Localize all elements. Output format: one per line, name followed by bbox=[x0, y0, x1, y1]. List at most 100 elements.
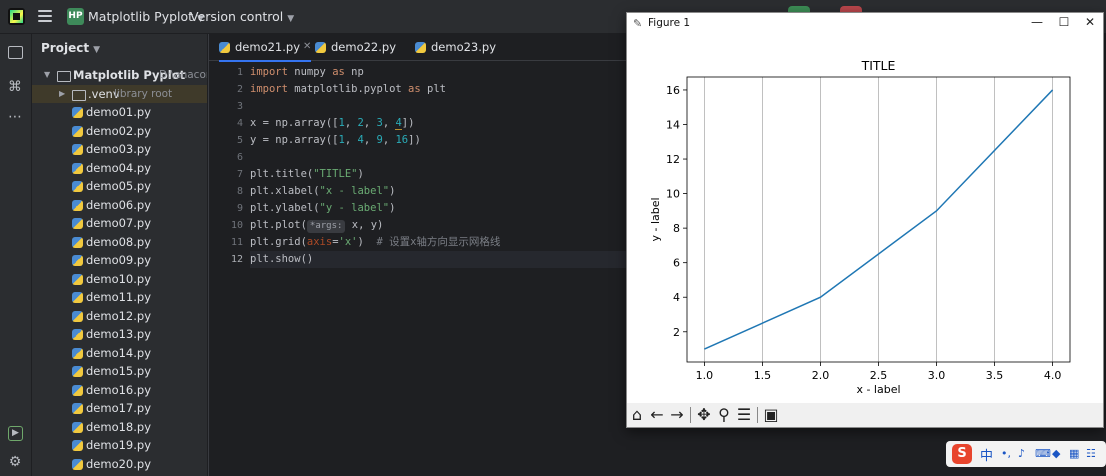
python-file-icon bbox=[72, 440, 83, 451]
file-name: demo14.py bbox=[86, 345, 152, 360]
code-area[interactable]: import numpy as np import matplotlib.pyp… bbox=[250, 64, 626, 268]
home-icon[interactable]: ⌂ bbox=[627, 404, 647, 426]
number-literal: 16 bbox=[395, 134, 409, 146]
tree-file-item[interactable]: demo03.py bbox=[32, 140, 207, 159]
editor-tabs: demo21.py ✕ demo22.py demo23.py bbox=[209, 34, 627, 62]
tree-file-item[interactable]: demo01.py bbox=[32, 103, 207, 122]
tree-file-item[interactable]: demo19.py bbox=[32, 436, 207, 455]
editor-tab[interactable]: demo22.py bbox=[315, 34, 397, 60]
back-icon[interactable]: ← bbox=[647, 404, 667, 426]
python-console-icon[interactable]: ⚙ bbox=[7, 454, 23, 470]
keyword-argument: axis bbox=[306, 236, 333, 248]
tree-file-item[interactable]: demo13.py bbox=[32, 325, 207, 344]
version-control-menu[interactable]: Version control ▼ bbox=[190, 9, 294, 24]
editor-tab[interactable]: demo23.py bbox=[415, 34, 497, 60]
tab-label: demo23.py bbox=[431, 40, 497, 54]
tree-file-item[interactable]: demo20.py bbox=[32, 455, 207, 474]
code-line[interactable]: plt.ylabel("y - label") bbox=[250, 200, 626, 217]
code-line[interactable] bbox=[250, 98, 626, 115]
structure-icon[interactable]: ⌘ bbox=[7, 79, 23, 95]
code-line[interactable]: y = np.array([1, 4, 9, 16]) bbox=[250, 132, 626, 149]
run-tool-icon[interactable]: ▶ bbox=[8, 426, 23, 441]
tree-file-item[interactable]: demo09.py bbox=[32, 251, 207, 270]
tree-file-item[interactable]: demo16.py bbox=[32, 381, 207, 400]
tree-file-item[interactable]: demo18.py bbox=[32, 418, 207, 437]
keyword: import bbox=[250, 66, 288, 78]
main-menu-icon[interactable] bbox=[38, 10, 52, 22]
configure-icon[interactable]: ☰ bbox=[734, 404, 754, 426]
string-literal: "y - label" bbox=[319, 202, 390, 214]
code-token: plt.show() bbox=[250, 253, 314, 265]
expand-arrow-icon[interactable]: ▼ bbox=[44, 66, 50, 85]
project-folder-icon[interactable] bbox=[8, 46, 23, 59]
tree-file-item[interactable]: demo11.py bbox=[32, 288, 207, 307]
tree-file-item[interactable]: demo08.py bbox=[32, 233, 207, 252]
tree-file-item[interactable]: demo15.py bbox=[32, 362, 207, 381]
forward-icon[interactable]: → bbox=[667, 404, 687, 426]
x-tick-label: 2.0 bbox=[812, 369, 830, 382]
tree-file-item[interactable]: demo07.py bbox=[32, 214, 207, 233]
code-line[interactable] bbox=[250, 149, 626, 166]
toolbox-icon[interactable]: ▦ bbox=[1069, 447, 1079, 460]
file-name: demo17.py bbox=[86, 401, 152, 415]
python-file-icon bbox=[72, 199, 83, 211]
code-token: plt bbox=[420, 83, 446, 95]
editor-tab[interactable]: demo21.py ✕ bbox=[219, 34, 311, 62]
number-literal: 4 bbox=[357, 134, 364, 146]
code-line[interactable]: plt.plot(*args: x, y) bbox=[250, 217, 626, 234]
line-chart: 1.0 1.5 2.0 2.5 3.0 3.5 4.0 2 4 6 8 10 12 14 16 TITLE x … bbox=[649, 58, 1071, 396]
punctuation-icon[interactable]: •, bbox=[1001, 447, 1011, 460]
project-switcher[interactable]: Matplotlib Pyplot ▼ bbox=[88, 9, 204, 24]
y-tick-label: 10 bbox=[666, 188, 680, 201]
tree-file-item[interactable]: demo10.py bbox=[32, 270, 207, 289]
tree-root[interactable]: ▼ Matplotlib Pyplot D:\anacond bbox=[32, 66, 207, 85]
chevron-down-icon: ▼ bbox=[93, 45, 100, 55]
keyboard-icon[interactable]: ⌨ bbox=[1035, 447, 1051, 460]
close-icon[interactable]: ✕ bbox=[1080, 15, 1100, 29]
figure-canvas[interactable]: 1.0 1.5 2.0 2.5 3.0 3.5 4.0 2 4 6 8 10 12 14 16 TITLE x … bbox=[627, 35, 1103, 403]
tab-label: demo22.py bbox=[331, 40, 397, 54]
project-panel-header[interactable]: Project ▼ bbox=[41, 41, 100, 55]
skin-icon[interactable]: ◆ bbox=[1052, 447, 1060, 460]
line-number: 4 bbox=[236, 118, 243, 129]
folder-icon bbox=[72, 89, 86, 101]
code-line[interactable]: import matplotlib.pyplot as plt bbox=[250, 81, 626, 98]
code-line[interactable]: plt.grid(axis='x') # 设置x轴方向显示网格线 bbox=[250, 234, 626, 251]
microphone-icon[interactable]: ♪ bbox=[1018, 447, 1025, 460]
tree-file-item[interactable]: demo17.py bbox=[32, 399, 207, 418]
maximize-icon[interactable]: ☐ bbox=[1054, 15, 1074, 29]
ime-language[interactable]: 中 bbox=[980, 445, 993, 464]
line-number: 7 bbox=[236, 169, 243, 180]
tree-file-item[interactable]: demo06.py bbox=[32, 196, 207, 215]
tree-file-item[interactable]: demo14.py bbox=[32, 344, 207, 363]
code-line[interactable]: import numpy as np bbox=[250, 64, 626, 81]
pan-icon[interactable]: ✥ bbox=[694, 404, 714, 426]
more-icon[interactable]: ⋯ bbox=[7, 109, 23, 125]
code-line-current[interactable]: plt.show() bbox=[250, 251, 626, 268]
project-tree: ▼ Matplotlib Pyplot D:\anacond ▶ .venv l… bbox=[32, 66, 207, 473]
code-line[interactable]: plt.title("TITLE") bbox=[250, 166, 626, 183]
project-badge[interactable]: HP bbox=[67, 8, 84, 25]
collapse-arrow-icon[interactable]: ▶ bbox=[59, 85, 65, 104]
matplotlib-icon: ✎ bbox=[633, 17, 643, 30]
settings-icon[interactable]: ☷ bbox=[1086, 447, 1096, 460]
tree-venv[interactable]: ▶ .venv library root bbox=[32, 84, 207, 104]
tree-file-item[interactable]: demo12.py bbox=[32, 307, 207, 326]
minimize-icon[interactable]: — bbox=[1027, 15, 1047, 29]
file-name: demo11.py bbox=[86, 290, 152, 304]
tree-file-item[interactable]: demo05.py bbox=[32, 177, 207, 196]
code-line[interactable]: plt.xlabel("x - label") bbox=[250, 183, 626, 200]
tab-close-icon[interactable]: ✕ bbox=[303, 34, 311, 60]
figure-titlebar[interactable]: ✎ Figure 1 — ☐ ✕ bbox=[627, 13, 1103, 35]
sogou-logo-icon[interactable]: S bbox=[952, 444, 972, 464]
file-name: demo05.py bbox=[86, 179, 152, 193]
code-token: ]) bbox=[408, 134, 421, 146]
file-name: demo18.py bbox=[86, 419, 152, 434]
code-line[interactable]: x = np.array([1, 2, 3, 4]) bbox=[250, 115, 626, 132]
code-token: x = np.array([ bbox=[250, 117, 339, 129]
zoom-icon[interactable]: ⚲ bbox=[714, 404, 734, 426]
save-icon[interactable]: ▣ bbox=[761, 404, 781, 426]
tree-file-item[interactable]: demo04.py bbox=[32, 159, 207, 178]
tree-file-item[interactable]: demo02.py bbox=[32, 122, 207, 141]
keyword: as bbox=[408, 83, 421, 95]
